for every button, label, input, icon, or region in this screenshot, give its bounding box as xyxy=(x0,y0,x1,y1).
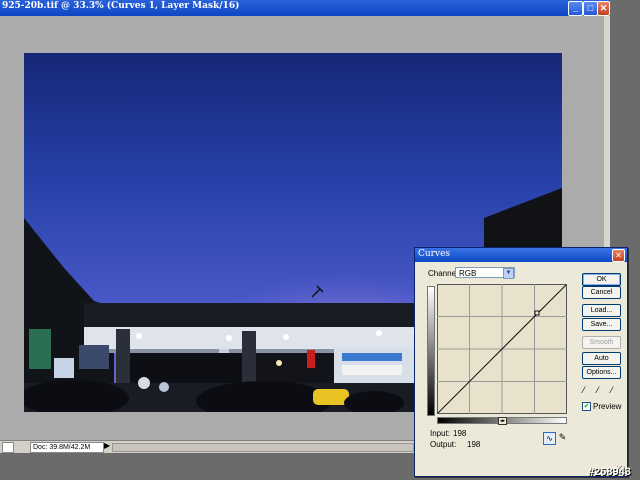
preview-label: Preview xyxy=(593,402,622,411)
horizontal-scrollbar[interactable] xyxy=(112,443,414,452)
output-value: 198 xyxy=(467,440,481,449)
output-readout: Output: 198 xyxy=(430,440,480,449)
ok-button[interactable]: OK xyxy=(582,273,621,286)
input-value: 198 xyxy=(453,429,467,438)
channel-value: RGB xyxy=(459,269,477,278)
document-title: 925-20b.tif @ 33.3% (Curves 1, Layer Mas… xyxy=(2,1,240,11)
document-title-bar[interactable]: 925-20b.tif @ 33.3% (Curves 1, Layer Mas… xyxy=(0,0,610,16)
doc-size-info: Doc: 39.8M/42.2M xyxy=(30,442,104,453)
close-button[interactable]: ✕ xyxy=(597,1,610,16)
input-label: Input: xyxy=(430,429,451,438)
channel-select[interactable]: RGB ▼ xyxy=(455,267,515,279)
curves-close-button[interactable]: ✕ xyxy=(612,249,625,262)
output-label: Output: xyxy=(430,440,457,449)
preview-checkbox[interactable]: ✔ xyxy=(582,402,591,412)
curve-graph[interactable] xyxy=(437,284,567,414)
curves-dialog: Curves ✕ Channel: RGB ▼ ◂▸ Input: 198 Ou… xyxy=(414,247,628,477)
gradient-toggle-icon[interactable]: ◂▸ xyxy=(498,417,507,425)
curves-title-bar[interactable]: Curves ✕ xyxy=(415,248,627,262)
load-button[interactable]: Load... xyxy=(582,304,621,317)
input-readout: Input: 198 xyxy=(430,429,466,438)
zoom-field[interactable] xyxy=(2,442,14,453)
save-button[interactable]: Save... xyxy=(582,318,621,331)
white-eyedropper-icon[interactable]: ⁄ xyxy=(611,385,613,395)
auto-button[interactable]: Auto xyxy=(582,352,621,365)
status-menu-arrow-icon[interactable]: ▶ xyxy=(104,441,110,450)
cancel-button[interactable]: Cancel xyxy=(582,286,621,299)
output-gradient-bar xyxy=(427,286,435,416)
pencil-tool-icon[interactable]: ✎ xyxy=(557,432,568,443)
minimize-button[interactable]: _ xyxy=(568,1,583,16)
options-button[interactable]: Options... xyxy=(582,366,621,379)
black-eyedropper-icon[interactable]: ⁄ xyxy=(583,385,585,395)
maximize-button[interactable]: □ xyxy=(583,1,598,16)
watermark: #268943 xyxy=(588,466,631,478)
curves-title: Curves xyxy=(418,249,451,259)
curve-tool-icon[interactable]: ∿ xyxy=(543,432,556,445)
preview-toggle[interactable]: ✔ Preview xyxy=(582,402,622,412)
smooth-button[interactable]: Smooth xyxy=(582,336,621,349)
curve-point xyxy=(534,310,540,316)
input-gradient-bar: ◂▸ xyxy=(437,417,567,425)
gray-eyedropper-icon[interactable]: ⁄ xyxy=(597,385,599,395)
chevron-down-icon[interactable]: ▼ xyxy=(503,268,514,279)
